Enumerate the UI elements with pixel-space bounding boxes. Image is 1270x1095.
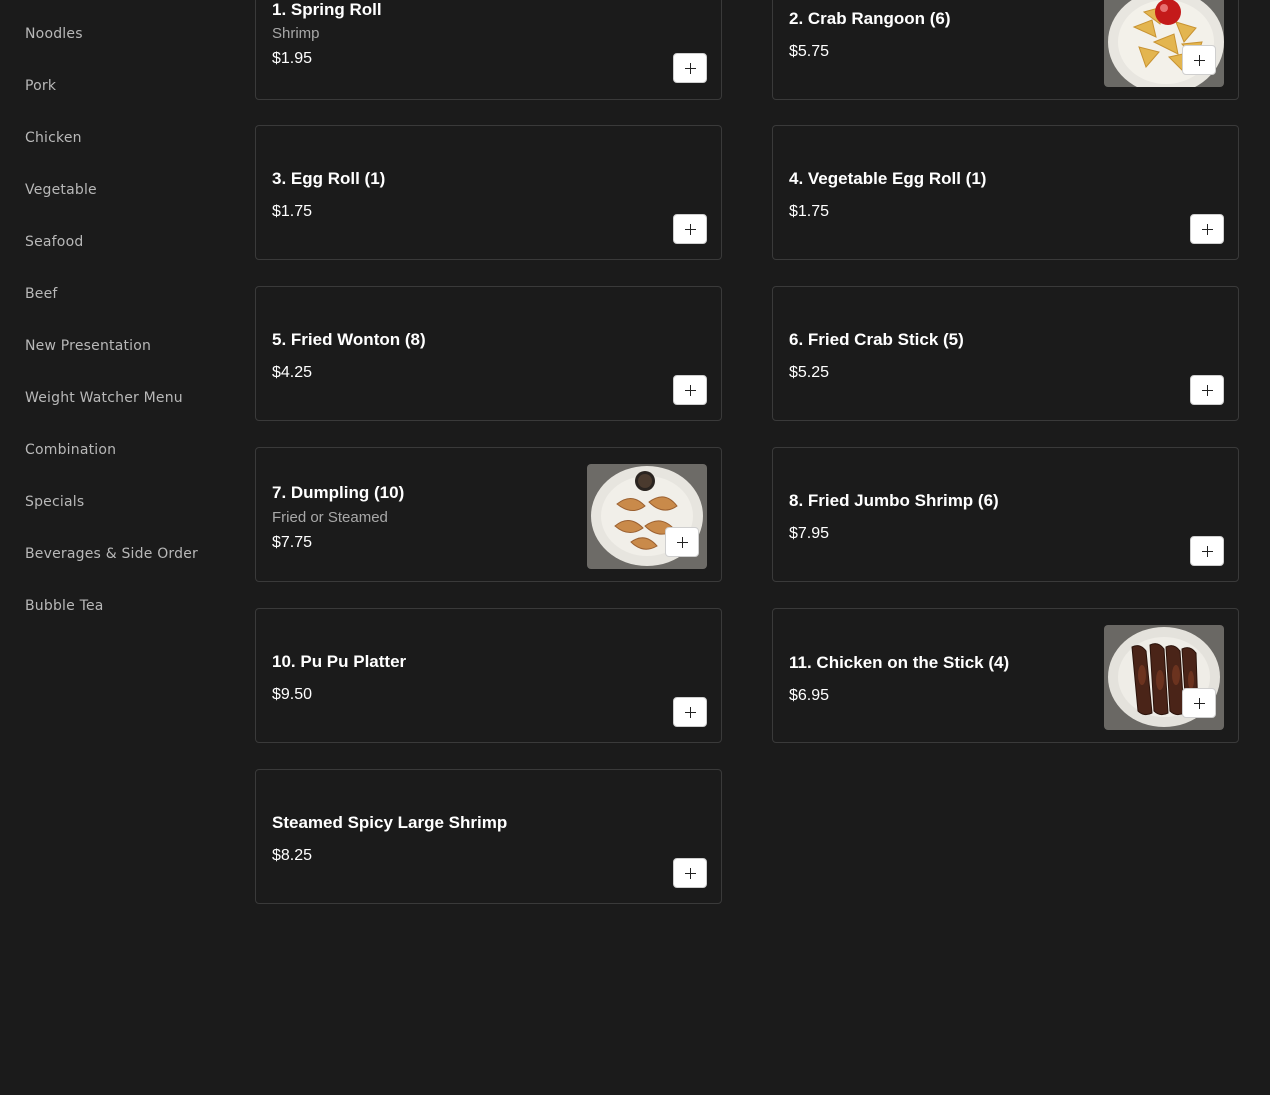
plus-icon (1201, 223, 1213, 235)
plus-icon (1193, 54, 1205, 66)
add-to-cart-button[interactable] (1190, 375, 1224, 405)
menu-item-card[interactable]: 10. Pu Pu Platter $9.50 (255, 608, 722, 743)
menu-item-price: $1.75 (272, 203, 313, 220)
sidebar-item-pork[interactable]: Pork (25, 77, 56, 95)
menu-item-card[interactable]: 8. Fried Jumbo Shrimp (6) $7.95 (772, 447, 1239, 582)
menu-item-title: 6. Fried Crab Stick (5) (789, 330, 964, 349)
menu-item-title: 7. Dumpling (10) (272, 483, 405, 502)
menu-item-card[interactable]: 4. Vegetable Egg Roll (1) $1.75 (772, 125, 1239, 260)
sidebar-item-bubble-tea[interactable]: Bubble Tea (25, 597, 104, 615)
menu-item-card[interactable]: 5. Fried Wonton (8) $4.25 (255, 286, 722, 421)
plus-icon (676, 536, 688, 548)
plus-icon (684, 62, 696, 74)
menu-item-title: 3. Egg Roll (1) (272, 169, 386, 188)
add-to-cart-button[interactable] (673, 858, 707, 888)
plus-icon (1193, 697, 1205, 709)
sidebar-item-chicken[interactable]: Chicken (25, 129, 82, 147)
menu-item-card[interactable]: 3. Egg Roll (1) $1.75 (255, 125, 722, 260)
menu-item-title: 11. Chicken on the Stick (4) (789, 653, 1010, 672)
sidebar-item-specials[interactable]: Specials (25, 493, 84, 511)
plus-icon (684, 706, 696, 718)
menu-item-card[interactable]: 2. Crab Rangoon (6) $5.75 (772, 0, 1239, 100)
plus-icon (684, 384, 696, 396)
menu-item-card[interactable]: Steamed Spicy Large Shrimp $8.25 (255, 769, 722, 904)
sidebar-item-weight-watcher-menu[interactable]: Weight Watcher Menu (25, 389, 183, 407)
plus-icon (684, 223, 696, 235)
menu-item-card[interactable]: 1. Spring Roll Shrimp $1.95 (255, 0, 722, 100)
menu-item-title: 5. Fried Wonton (8) (272, 330, 426, 349)
menu-item-price: $7.95 (789, 525, 830, 542)
menu-item-price: $8.25 (272, 847, 313, 864)
add-to-cart-button[interactable] (673, 697, 707, 727)
menu-item-card[interactable]: 6. Fried Crab Stick (5) $5.25 (772, 286, 1239, 421)
add-to-cart-button[interactable] (673, 375, 707, 405)
add-to-cart-button[interactable] (1182, 45, 1216, 75)
plus-icon (1201, 545, 1213, 557)
add-to-cart-button[interactable] (1190, 536, 1224, 566)
add-to-cart-button[interactable] (1190, 214, 1224, 244)
plus-icon (684, 867, 696, 879)
add-to-cart-button[interactable] (1182, 688, 1216, 718)
add-to-cart-button[interactable] (665, 527, 699, 557)
sidebar-item-beef[interactable]: Beef (25, 285, 58, 303)
menu-page: Noodles Pork Chicken Vegetable Seafood B… (0, 0, 1270, 1095)
menu-item-price: $6.95 (789, 687, 830, 704)
menu-item-price: $1.95 (272, 50, 313, 67)
sidebar-item-vegetable[interactable]: Vegetable (25, 181, 97, 199)
menu-item-title: 10. Pu Pu Platter (272, 652, 407, 671)
sidebar-item-noodles[interactable]: Noodles (25, 25, 83, 43)
menu-item-title: 8. Fried Jumbo Shrimp (6) (789, 491, 999, 510)
menu-item-title: Steamed Spicy Large Shrimp (272, 813, 508, 832)
menu-item-card[interactable]: 7. Dumpling (10) Fried or Steamed $7.75 (255, 447, 722, 582)
sidebar-item-seafood[interactable]: Seafood (25, 233, 83, 251)
add-to-cart-button[interactable] (673, 214, 707, 244)
sidebar-item-new-presentation[interactable]: New Presentation (25, 337, 151, 355)
menu-item-description: Shrimp (272, 25, 320, 42)
menu-item-price: $5.75 (789, 43, 830, 60)
menu-item-title: 2. Crab Rangoon (6) (789, 9, 951, 28)
menu-item-title: 4. Vegetable Egg Roll (1) (789, 169, 987, 188)
sidebar-item-beverages-side-order[interactable]: Beverages & Side Order (25, 545, 198, 563)
add-to-cart-button[interactable] (673, 53, 707, 83)
menu-item-price: $4.25 (272, 364, 313, 381)
menu-item-title: 1. Spring Roll (272, 0, 382, 19)
menu-item-card[interactable]: 11. Chicken on the Stick (4) $6.95 (772, 608, 1239, 743)
menu-item-price: $1.75 (789, 203, 830, 220)
menu-item-price: $7.75 (272, 534, 313, 551)
sidebar-item-combination[interactable]: Combination (25, 441, 116, 459)
menu-item-description: Fried or Steamed (272, 509, 388, 526)
menu-item-price: $5.25 (789, 364, 830, 381)
plus-icon (1201, 384, 1213, 396)
menu-item-price: $9.50 (272, 686, 313, 703)
